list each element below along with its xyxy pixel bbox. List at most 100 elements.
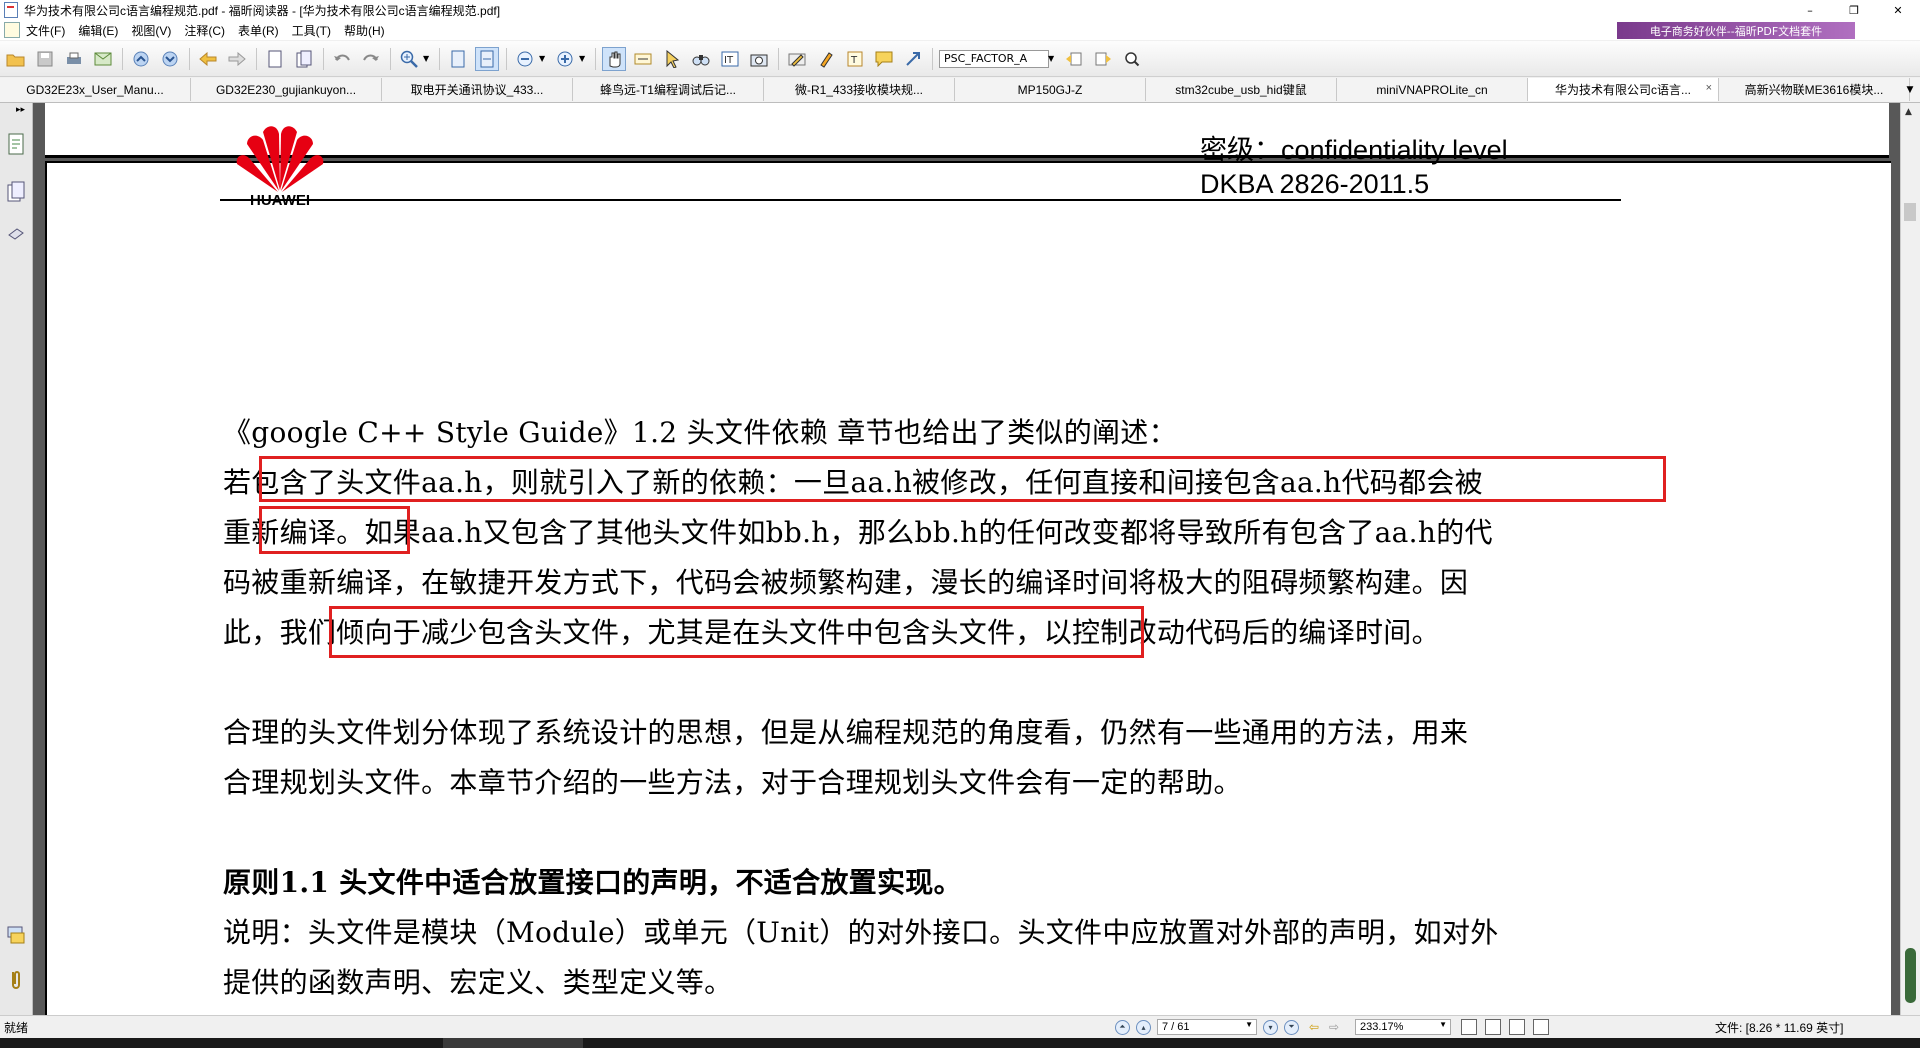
scroll-up-icon[interactable]: ▲ <box>1905 107 1912 117</box>
find-previous-icon[interactable] <box>1062 47 1086 71</box>
red-rectangle-annotation[interactable] <box>259 506 410 554</box>
forward-arrow-icon[interactable] <box>225 47 249 71</box>
redo-icon[interactable] <box>359 47 383 71</box>
menu-view[interactable]: 视图(V) <box>131 22 171 39</box>
find-binoculars-icon[interactable] <box>689 47 713 71</box>
close-window-button[interactable]: ✕ <box>1876 0 1920 20</box>
body-line-8: 说明：头文件是模块（Module）或单元（Unit）的对外接口。头文件中应放置对… <box>223 916 1499 949</box>
restore-button[interactable]: ❐ <box>1832 0 1876 20</box>
tab-document-6[interactable]: MP150GJ-Z <box>955 78 1146 101</box>
continuous-mode-icon[interactable] <box>1485 1019 1501 1035</box>
tab-document-8[interactable]: miniVNAPROLite_cn <box>1337 78 1528 101</box>
layers-panel-icon[interactable] <box>7 223 25 243</box>
menu-help[interactable]: 帮助(H) <box>344 22 385 39</box>
pages-thumbnail-icon[interactable] <box>7 133 25 155</box>
last-page-icon[interactable]: ⏷ <box>1284 1019 1299 1035</box>
facing-mode-icon[interactable] <box>1509 1019 1525 1035</box>
expand-panel-icon[interactable]: ▸▸ <box>16 105 25 115</box>
bookmarks-panel-icon[interactable] <box>7 181 25 202</box>
note-comment-icon[interactable] <box>872 47 896 71</box>
go-back-icon[interactable]: ⇦ <box>1309 1020 1325 1034</box>
scrollbar-thumb[interactable] <box>1904 203 1916 221</box>
tab-document-1[interactable]: GD32E23x_User_Manu... <box>0 78 191 101</box>
previous-page-icon[interactable] <box>129 47 153 71</box>
next-page-status-icon[interactable]: ▾ <box>1263 1019 1278 1035</box>
document-edit-icon[interactable] <box>4 22 20 38</box>
page-dropdown-icon[interactable]: ▼ <box>1245 1020 1253 1029</box>
svg-text:T: T <box>850 55 858 66</box>
zoom-out-icon[interactable] <box>513 47 537 71</box>
prev-page-status-icon[interactable]: ▴ <box>1136 1019 1151 1035</box>
foxit-app-icon <box>4 2 18 18</box>
body-line-9: 提供的函数声明、宏定义、类型定义等。 <box>223 966 733 999</box>
tab-document-7[interactable]: stm32cube_usb_hid键鼠 <box>1146 78 1337 101</box>
zoom-plus-dropdown-icon[interactable]: ▼ <box>579 54 587 63</box>
tab-label: 取电开关通讯协议_433... <box>410 83 544 97</box>
tab-document-9[interactable]: 华为技术有限公司c语言... × <box>1528 78 1719 101</box>
zoom-out-dropdown-icon[interactable]: ▼ <box>539 54 547 63</box>
tab-document-5[interactable]: 微-R1_433接收模块规... <box>764 78 955 101</box>
tab-document-2[interactable]: GD32E230_gujiankuyon... <box>191 78 382 101</box>
tab-document-3[interactable]: 取电开关通讯协议_433... <box>382 78 573 101</box>
next-page-icon[interactable] <box>158 47 182 71</box>
open-folder-icon[interactable] <box>4 47 28 71</box>
zoom-level-field[interactable]: 233.17% ▼ <box>1355 1019 1451 1035</box>
page-number-value: 7 / 61 <box>1162 1021 1190 1033</box>
arrow-tool-icon[interactable] <box>901 47 925 71</box>
extract-page-icon[interactable] <box>292 47 316 71</box>
select-text-icon[interactable] <box>631 47 655 71</box>
zoom-level-dropdown-icon[interactable]: ▼ <box>1439 1020 1447 1029</box>
back-arrow-icon[interactable] <box>196 47 220 71</box>
typewriter-icon[interactable]: IT <box>718 47 742 71</box>
zoom-in-icon[interactable] <box>397 47 421 71</box>
body-line-7: 合理规划头文件。本章节介绍的一些方法，对于合理规划头文件会有一定的帮助。 <box>223 766 1242 799</box>
hand-tool-icon[interactable] <box>602 46 626 71</box>
red-rectangle-annotation[interactable] <box>259 456 1666 502</box>
menu-form[interactable]: 表单(R) <box>238 22 279 39</box>
status-bar: 就绪 ⏶ ▴ 7 / 61 ▼ ▾ ⏷ ⇦ ⇨ 233.17% ▼ 文件: [8.2… <box>0 1015 1920 1038</box>
vertical-scrollbar[interactable]: ▲ <box>1900 103 1920 1015</box>
export-page-icon[interactable] <box>263 47 287 71</box>
menu-file[interactable]: 文件(F) <box>26 22 65 39</box>
email-icon[interactable] <box>91 47 115 71</box>
pencil-annotation-icon[interactable] <box>785 47 809 71</box>
continuous-facing-mode-icon[interactable] <box>1533 1019 1549 1035</box>
tab-label: 高新兴物联ME3616模块... <box>1744 83 1884 97</box>
text-box-icon[interactable]: T <box>843 47 867 71</box>
tab-document-4[interactable]: 蜂鸟远-T1编程调试后记... <box>573 78 764 101</box>
first-page-icon[interactable]: ⏶ <box>1115 1019 1130 1035</box>
body-line-4: 码被重新编译，在敏捷开发方式下，代码会被频繁构建，漫长的编译时间将极大的阻碍频繁… <box>223 566 1469 599</box>
highlight-icon[interactable] <box>814 47 838 71</box>
search-dropdown-icon[interactable]: ▼ <box>1048 54 1056 63</box>
minimize-button[interactable]: – <box>1788 0 1832 20</box>
print-icon[interactable] <box>62 47 86 71</box>
menu-edit[interactable]: 编辑(E) <box>78 22 118 39</box>
fit-width-icon[interactable] <box>475 46 499 71</box>
zoom-dropdown-icon[interactable]: ▼ <box>423 54 431 63</box>
find-next-icon[interactable] <box>1091 47 1115 71</box>
tab-overflow-icon[interactable]: ▼ <box>1900 78 1920 101</box>
single-page-mode-icon[interactable] <box>1461 1019 1477 1035</box>
zoom-plus-icon[interactable] <box>553 47 577 71</box>
comments-panel-icon[interactable] <box>7 925 25 945</box>
menu-tools[interactable]: 工具(T) <box>292 22 331 39</box>
close-tab-icon[interactable]: × <box>1706 82 1712 94</box>
attachments-paperclip-icon[interactable] <box>7 969 25 989</box>
search-magnifier-icon[interactable] <box>1120 47 1144 71</box>
undo-icon[interactable] <box>330 47 354 71</box>
document-tab-bar: GD32E23x_User_Manu... GD32E230_gujiankuyo… <box>0 78 1920 103</box>
ad-banner[interactable]: 电子商务好伙伴--福昕PDF文档套件 <box>1617 22 1855 39</box>
menu-comment[interactable]: 注释(C) <box>184 22 225 39</box>
select-annotation-icon[interactable] <box>660 47 684 71</box>
tab-document-10[interactable]: 高新兴物联ME3616模块... <box>1719 78 1910 101</box>
save-icon[interactable] <box>33 47 57 71</box>
snapshot-camera-icon[interactable] <box>747 47 771 71</box>
go-forward-icon[interactable]: ⇨ <box>1329 1020 1345 1034</box>
zoom-slider-handle[interactable] <box>1905 948 1916 1003</box>
red-rectangle-annotation[interactable] <box>329 606 1144 658</box>
svg-text:IT: IT <box>724 55 734 66</box>
search-input[interactable]: PSC_FACTOR_A <box>939 49 1049 68</box>
fit-page-icon[interactable] <box>446 47 470 71</box>
principle-heading: 原则1.1 头文件中适合放置接口的声明，不适合放置实现。 <box>223 866 962 899</box>
page-number-field[interactable]: 7 / 61 ▼ <box>1157 1019 1257 1035</box>
